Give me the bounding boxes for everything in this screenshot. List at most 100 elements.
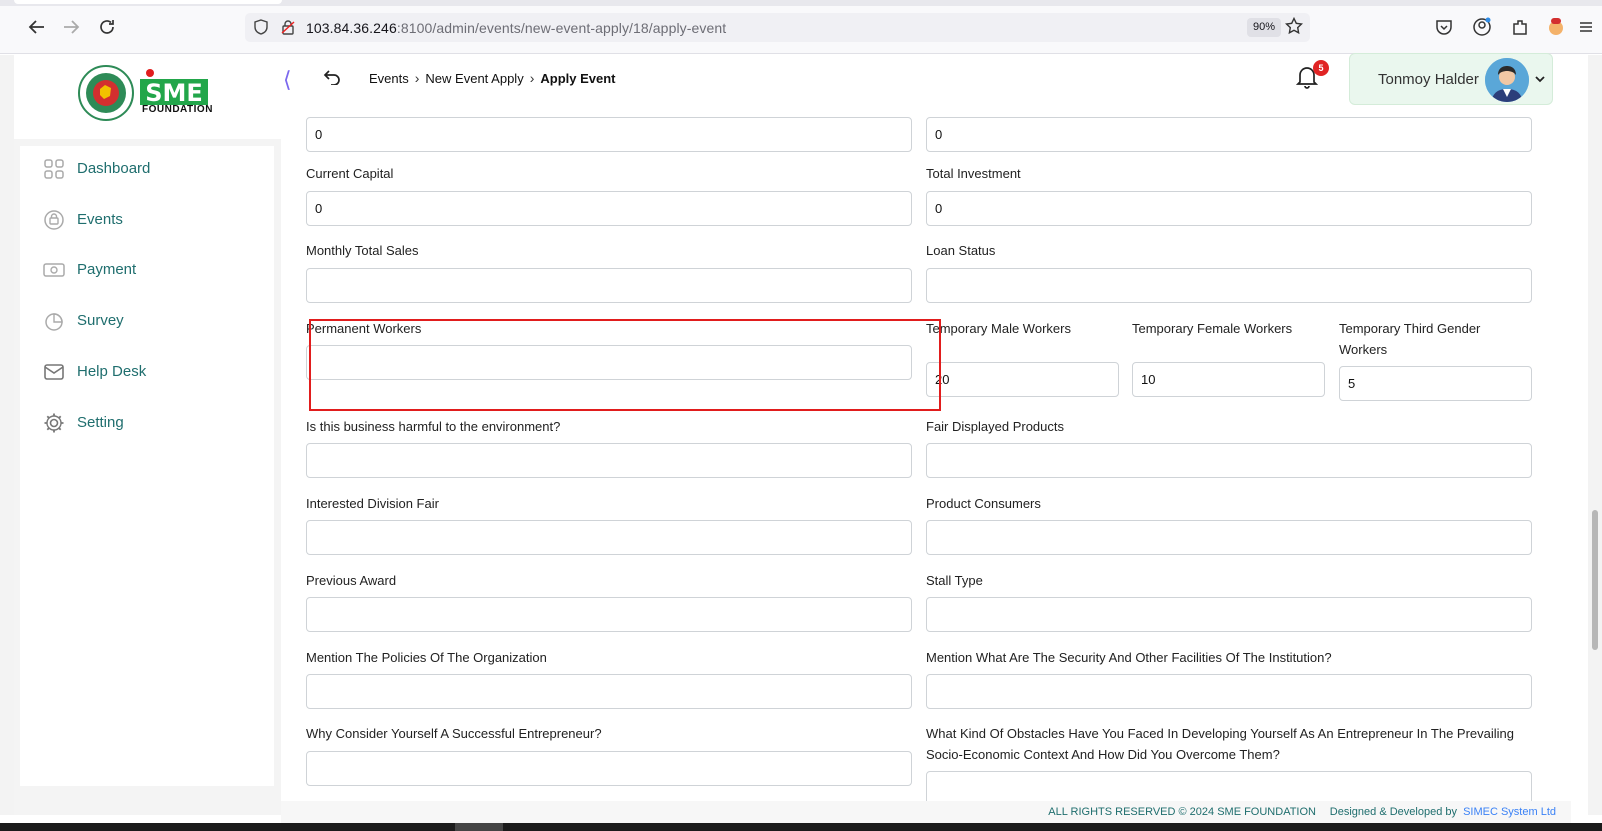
sidebar-item-dashboard[interactable]: Dashboard <box>20 149 274 189</box>
breadcrumb-apply-event: Apply Event <box>540 70 616 86</box>
sidebar-item-help-desk[interactable]: Help Desk <box>20 352 274 392</box>
taskbar <box>0 823 1602 831</box>
sidebar-item-label: Survey <box>77 312 124 329</box>
url-text: 103.84.36.246:8100/admin/events/new-even… <box>306 20 727 36</box>
forward-arrow-icon[interactable] <box>58 14 84 40</box>
successful-entrepreneur-input[interactable] <box>306 751 912 786</box>
product-consumers-label: Product Consumers <box>926 496 1041 511</box>
total-investment-input[interactable]: 0 <box>926 191 1532 226</box>
payment-icon <box>43 259 65 281</box>
user-menu[interactable]: Tonmoy Halder <box>1349 53 1553 105</box>
dashboard-icon <box>43 158 65 180</box>
fair-displayed-products-label: Fair Displayed Products <box>926 419 1064 434</box>
temporary-female-workers-label: Temporary Female Workers <box>1132 321 1293 336</box>
left-edge <box>0 55 14 815</box>
top-header: ⟨ Events › New Event Apply › Apply Event… <box>281 53 1571 111</box>
breadcrumb-new-event-apply[interactable]: New Event Apply <box>425 71 523 86</box>
sidebar-item-label: Help Desk <box>77 363 147 380</box>
sidebar-item-events[interactable]: Events <box>20 200 274 240</box>
successful-entrepreneur-label: Why Consider Yourself A Successful Entre… <box>306 726 602 741</box>
sidebar-item-label: Payment <box>77 261 137 278</box>
product-consumers-input[interactable] <box>926 520 1532 555</box>
sme-logo[interactable]: SME FOUNDATION <box>138 69 214 120</box>
shield-icon[interactable] <box>253 19 269 40</box>
browser-toolbar: 103.84.36.246:8100/admin/events/new-even… <box>0 0 1602 54</box>
form-content: 0 0 Current Capital 0 Total Investment 0… <box>291 111 1571 801</box>
sidebar-item-setting[interactable]: Setting <box>20 403 274 443</box>
label-line: Workers <box>1339 342 1388 357</box>
top-left-input[interactable]: 0 <box>306 117 912 152</box>
monthly-total-sales-input[interactable] <box>306 268 912 303</box>
label-line: Temporary Third Gender <box>1339 321 1481 336</box>
extensions-icon[interactable] <box>1508 15 1532 39</box>
insecure-lock-icon[interactable] <box>280 19 296 40</box>
temporary-male-workers-input[interactable]: 20 <box>926 362 1119 397</box>
taskbar-item[interactable] <box>455 823 503 831</box>
loan-status-input[interactable] <box>926 268 1532 303</box>
temporary-female-workers-input[interactable]: 10 <box>1132 362 1325 397</box>
label-line: Socio-Economic Context And How Did You O… <box>926 747 1280 762</box>
security-facilities-input[interactable] <box>926 674 1532 709</box>
temporary-third-gender-label: Temporary Third Gender Workers <box>1339 318 1480 360</box>
government-seal-icon <box>78 65 134 121</box>
highlight-box <box>309 319 941 411</box>
collapse-sidebar-icon[interactable]: ⟨ <box>283 67 292 93</box>
top-right-input[interactable]: 0 <box>926 117 1532 152</box>
scrollbar-thumb[interactable] <box>1592 510 1598 650</box>
logo-area: SME FOUNDATION <box>14 55 281 139</box>
total-investment-label: Total Investment <box>926 166 1021 181</box>
back-icon[interactable] <box>323 67 341 90</box>
policies-label: Mention The Policies Of The Organization <box>306 650 547 665</box>
url-bar[interactable]: 103.84.36.246:8100/admin/events/new-even… <box>245 13 1310 42</box>
pocket-icon[interactable] <box>1432 15 1456 39</box>
notification-badge: 5 <box>1313 60 1329 76</box>
scrollbar[interactable] <box>1588 55 1602 815</box>
zoom-indicator[interactable]: 90% <box>1247 18 1282 37</box>
bookmark-star-icon[interactable] <box>1284 16 1304 40</box>
previous-award-label: Previous Award <box>306 573 397 588</box>
harmful-environment-input[interactable] <box>306 443 912 478</box>
sidebar: SME FOUNDATION Dashboard Events Payment <box>14 55 281 815</box>
footer-company-link[interactable]: SIMEC System Ltd <box>1463 806 1556 818</box>
footer-rights: ALL RIGHTS RESERVED © 2024 SME FOUNDATIO… <box>1048 806 1316 818</box>
harmful-environment-label: Is this business harmful to the environm… <box>306 419 561 434</box>
sidebar-item-payment[interactable]: Payment <box>20 250 274 290</box>
extension-avatar-icon[interactable] <box>1544 15 1568 39</box>
footer-designed: Designed & Developed by <box>1329 806 1457 818</box>
obstacles-label: What Kind Of Obstacles Have You Faced In… <box>926 723 1546 765</box>
security-facilities-label: Mention What Are The Security And Other … <box>926 650 1332 665</box>
breadcrumb-events[interactable]: Events <box>369 71 409 86</box>
policies-input[interactable] <box>306 674 912 709</box>
fair-displayed-products-input[interactable] <box>926 443 1532 478</box>
interested-division-fair-input[interactable] <box>306 520 912 555</box>
breadcrumb: Events › New Event Apply › Apply Event <box>369 70 616 86</box>
chevron-down-icon[interactable] <box>1534 72 1546 90</box>
svg-text:SME: SME <box>145 79 203 107</box>
user-name: Tonmoy Halder <box>1378 71 1479 88</box>
monthly-total-sales-label: Monthly Total Sales <box>306 243 419 258</box>
menu-hamburger-icon[interactable] <box>1574 15 1598 39</box>
reload-icon[interactable] <box>94 14 120 40</box>
stall-type-input[interactable] <box>926 597 1532 632</box>
previous-award-input[interactable] <box>306 597 912 632</box>
sidebar-item-label: Dashboard <box>77 160 151 177</box>
back-arrow-icon[interactable] <box>24 14 50 40</box>
sidebar-item-label: Events <box>77 211 123 228</box>
chevron-right-icon: › <box>529 70 535 86</box>
current-capital-input[interactable]: 0 <box>306 191 912 226</box>
sidebar-item-survey[interactable]: Survey <box>20 301 274 341</box>
mail-icon <box>43 361 65 383</box>
active-tab[interactable] <box>14 0 282 4</box>
stall-type-label: Stall Type <box>926 573 983 588</box>
gear-icon <box>43 412 65 434</box>
interested-division-fair-label: Interested Division Fair <box>306 496 439 511</box>
obstacles-input[interactable] <box>926 771 1532 801</box>
label-line: What Kind Of Obstacles Have You Faced In… <box>926 726 1515 741</box>
temporary-third-gender-input[interactable]: 5 <box>1339 366 1532 401</box>
events-icon <box>43 209 65 231</box>
account-icon[interactable] <box>1470 15 1494 39</box>
sidebar-menu: Dashboard Events Payment Survey Help Des… <box>20 146 274 786</box>
tab-strip <box>0 0 1602 6</box>
temporary-male-workers-label: Temporary Male Workers <box>926 321 1071 336</box>
footer: ALL RIGHTS RESERVED © 2024 SME FOUNDATIO… <box>281 801 1571 823</box>
